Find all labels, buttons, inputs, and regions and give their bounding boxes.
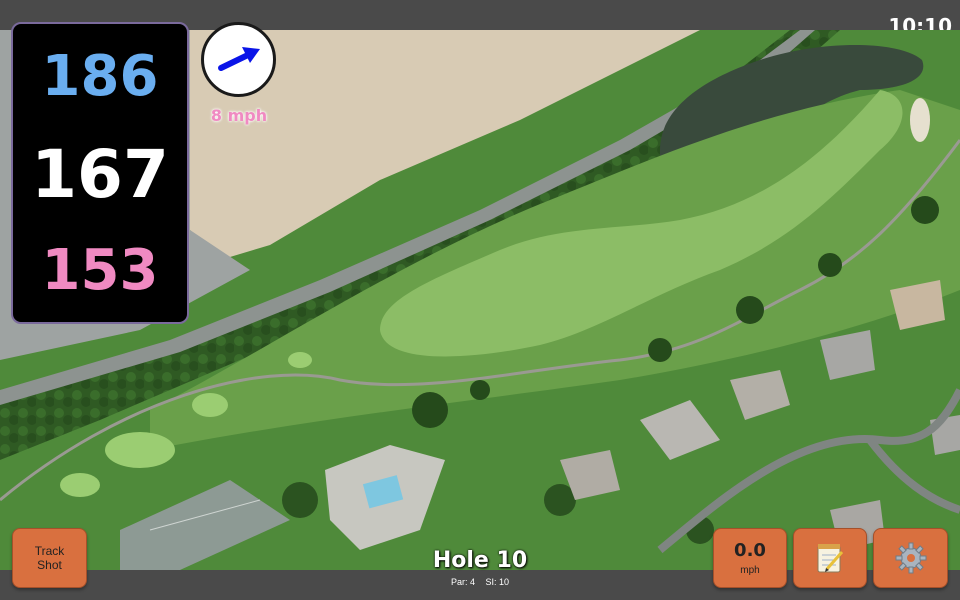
distance-middle: 167 (31, 136, 169, 213)
distance-panel: 186 167 153 (11, 22, 189, 324)
notes-button[interactable] (793, 528, 867, 588)
wind-direction-arrow-icon (218, 47, 260, 71)
hole-stroke-index: SI: 10 (485, 577, 510, 587)
distance-back: 186 (41, 44, 159, 109)
wind-indicator (201, 22, 276, 97)
hole-title: Hole 10 (432, 548, 528, 573)
speed-value: 0.0 (734, 540, 766, 561)
hole-par: Par: 4 (450, 577, 475, 587)
wind-speed: 8 mph (210, 106, 268, 125)
speed-button[interactable]: 0.0 mph (713, 528, 787, 588)
distance-front: 153 (41, 238, 159, 303)
notepad-icon (817, 544, 844, 573)
hole-info: Par: 4 SI: 10 (380, 577, 580, 587)
track-shot-button[interactable]: Track Shot (12, 528, 87, 588)
track-shot-label-line2: Shot (37, 558, 62, 572)
speed-unit: mph (740, 565, 760, 576)
track-shot-label-line1: Track (34, 544, 65, 558)
gear-icon (895, 542, 926, 574)
settings-button[interactable] (873, 528, 948, 588)
